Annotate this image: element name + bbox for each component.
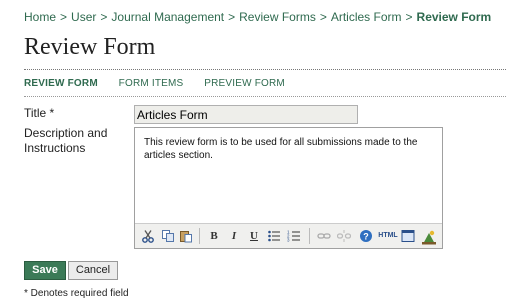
tab-form-items[interactable]: FORM ITEMS [119, 78, 184, 89]
description-label: Description and Instructions [24, 126, 107, 156]
title-label: Title * [24, 106, 55, 120]
numbered-list-icon[interactable]: 123 [287, 229, 301, 243]
cut-icon[interactable] [141, 229, 155, 243]
breadcrumb-separator: > [60, 10, 68, 24]
copy-icon[interactable] [161, 229, 175, 243]
save-button[interactable]: Save [24, 261, 66, 280]
breadcrumb-separator: > [228, 10, 236, 24]
underline-icon[interactable]: U [247, 229, 261, 243]
breadcrumb-separator: > [319, 10, 327, 24]
bold-icon[interactable]: B [207, 229, 221, 243]
cancel-button[interactable]: Cancel [68, 261, 118, 280]
page-title: Review Form [24, 34, 156, 60]
editor-toolbar: B I U 123 ? HTML [135, 223, 442, 248]
tab-bar: REVIEW FORM FORM ITEMS PREVIEW FORM [24, 78, 303, 89]
italic-icon[interactable]: I [227, 229, 241, 243]
description-editor[interactable]: This review form is to be used for all s… [134, 127, 443, 249]
breadcrumb-articles-form[interactable]: Articles Form [331, 10, 402, 24]
help-icon[interactable]: ? [359, 229, 373, 243]
help-icon-glyph: ? [363, 232, 369, 242]
toolbar-divider [309, 228, 310, 244]
description-label-line1: Description and [24, 126, 108, 140]
tab-review-form[interactable]: REVIEW FORM [24, 78, 98, 89]
title-divider [24, 69, 506, 70]
breadcrumb-current: Review Form [416, 10, 492, 24]
breadcrumb-home[interactable]: Home [24, 10, 56, 24]
description-text[interactable]: This review form is to be used for all s… [144, 136, 434, 162]
tab-preview-form[interactable]: PREVIEW FORM [204, 78, 285, 89]
breadcrumb-user[interactable]: User [71, 10, 96, 24]
breadcrumb-journal-management[interactable]: Journal Management [111, 10, 224, 24]
bullet-list-icon[interactable] [267, 229, 281, 243]
required-field-note: * Denotes required field [24, 288, 129, 299]
paste-icon[interactable] [179, 229, 193, 243]
unlink-icon[interactable] [337, 229, 351, 243]
breadcrumb-separator: > [100, 10, 108, 24]
image-icon[interactable] [421, 229, 436, 245]
html-icon[interactable]: HTML [377, 229, 399, 243]
breadcrumb-separator: > [405, 10, 413, 24]
description-label-line2: Instructions [24, 141, 86, 155]
breadcrumb-review-forms[interactable]: Review Forms [239, 10, 316, 24]
title-input[interactable] [134, 105, 358, 124]
breadcrumb: Home > User > Journal Management > Review Form… [24, 10, 491, 24]
toolbar-divider [199, 228, 200, 244]
tabs-divider [24, 96, 506, 97]
link-icon[interactable] [317, 229, 331, 243]
svg-text:3: 3 [287, 238, 290, 243]
fullscreen-icon[interactable] [401, 229, 415, 243]
